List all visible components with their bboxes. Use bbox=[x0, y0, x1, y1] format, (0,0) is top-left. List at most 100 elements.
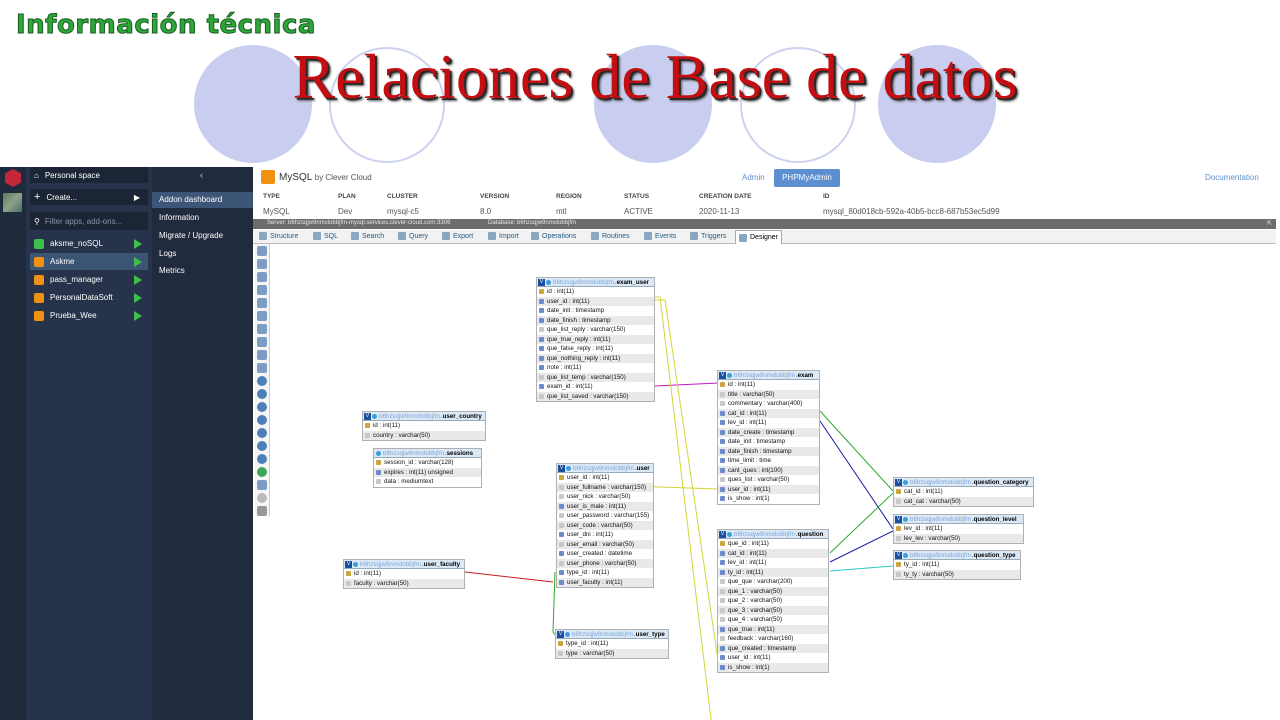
er-column[interactable]: que_list_saved : varchar(150) bbox=[537, 391, 654, 401]
toggle-icon[interactable]: V bbox=[719, 371, 726, 379]
er-column[interactable]: id : int(11) bbox=[718, 380, 819, 390]
er-column[interactable]: ty_ty : varchar(50) bbox=[894, 569, 1020, 579]
play-icon[interactable] bbox=[134, 256, 142, 267]
er-table-question[interactable]: Vb6hzsqjw9nmxlobbjfm. question que_id : i… bbox=[717, 529, 829, 673]
er-column[interactable]: cat_id : int(11) bbox=[894, 487, 1033, 497]
tab-sql[interactable]: SQL bbox=[313, 232, 338, 240]
create-button[interactable]: + Create... ▶ bbox=[30, 189, 148, 205]
er-column[interactable]: user_email : varchar(50) bbox=[557, 539, 653, 549]
er-column[interactable]: time_limit : time bbox=[718, 456, 819, 466]
er-column[interactable]: user_created : datetime bbox=[557, 549, 653, 559]
help-icon[interactable] bbox=[257, 389, 267, 399]
tab-export[interactable]: Export bbox=[442, 232, 473, 240]
er-column[interactable]: lev_lev : varchar(50) bbox=[894, 533, 1023, 543]
tab-events[interactable]: Events bbox=[644, 232, 676, 240]
er-table-header[interactable]: Vb6hzsqjw9nmxlobbjfm. question_category bbox=[894, 478, 1033, 487]
open-page-icon[interactable] bbox=[257, 298, 267, 308]
menu-item-metrics[interactable]: Metrics bbox=[152, 263, 253, 279]
er-column[interactable]: user_id : int(11) bbox=[718, 653, 828, 663]
er-column[interactable]: session_id : varchar(128) bbox=[374, 458, 481, 468]
personal-space-button[interactable]: ⌂ Personal space bbox=[30, 167, 148, 183]
tab-structure[interactable]: Structure bbox=[259, 232, 298, 240]
app-item-pass-manager[interactable]: pass_manager bbox=[30, 271, 148, 288]
er-column[interactable]: que_true_reply : int(11) bbox=[537, 334, 654, 344]
anchor-icon[interactable] bbox=[257, 506, 267, 516]
er-column[interactable]: date_init : timestamp bbox=[718, 437, 819, 447]
admin-link[interactable]: Admin bbox=[742, 173, 765, 182]
er-column[interactable]: type : varchar(50) bbox=[556, 648, 668, 658]
er-column[interactable]: user_phone : varchar(50) bbox=[557, 558, 653, 568]
play-icon[interactable] bbox=[134, 292, 142, 303]
er-column[interactable]: country : varchar(50) bbox=[363, 430, 485, 440]
small-big-icon[interactable] bbox=[257, 428, 267, 438]
save-icon[interactable] bbox=[257, 311, 267, 321]
er-column[interactable]: is_show : int(1) bbox=[718, 494, 819, 504]
er-table-header[interactable]: b6hzsqjw9nmxlobbjfm. sessions bbox=[374, 449, 481, 458]
er-column[interactable]: user_faculty : int(11) bbox=[557, 577, 653, 587]
toggle-icon[interactable]: V bbox=[895, 478, 902, 486]
tab-query[interactable]: Query bbox=[398, 232, 428, 240]
er-table-question-level[interactable]: Vb6hzsqjw9nmxlobbjfm. question_level lev_… bbox=[893, 514, 1024, 544]
er-table-header[interactable]: Vb6hzsqjw9nmxlobbjfm. exam_user bbox=[537, 278, 654, 287]
expand-icon[interactable]: ⇱ bbox=[1267, 220, 1272, 227]
er-column[interactable]: id : int(11) bbox=[537, 287, 654, 297]
show-panel-icon[interactable] bbox=[257, 246, 267, 256]
tab-designer[interactable]: Designer bbox=[735, 230, 783, 244]
er-column[interactable]: user_id : int(11) bbox=[537, 296, 654, 306]
toggle-icon[interactable]: V bbox=[538, 278, 545, 286]
create-relation-icon[interactable] bbox=[257, 363, 267, 373]
app-item-askme[interactable]: Askme bbox=[30, 253, 148, 270]
er-column[interactable]: user_id : int(11) bbox=[718, 484, 819, 494]
app-item-personaldatasoft[interactable]: PersonalDataSoft bbox=[30, 289, 148, 306]
er-column[interactable]: user_code : varchar(50) bbox=[557, 520, 653, 530]
tab-import[interactable]: Import bbox=[488, 232, 519, 240]
er-column[interactable]: note : int(11) bbox=[537, 363, 654, 373]
er-column[interactable]: id : int(11) bbox=[344, 569, 464, 579]
er-column[interactable]: user_nick : varchar(50) bbox=[557, 492, 653, 502]
toggle-icon[interactable]: V bbox=[557, 630, 564, 638]
er-column[interactable]: type_id : int(11) bbox=[557, 568, 653, 578]
er-column[interactable]: cat_id : int(11) bbox=[718, 408, 819, 418]
er-column[interactable]: date_finish : timestamp bbox=[537, 315, 654, 325]
play-icon[interactable] bbox=[134, 238, 142, 249]
er-column[interactable]: feedback : varchar(160) bbox=[718, 634, 828, 644]
er-table-header[interactable]: Vb6hzsqjw9nmxlobbjfm. exam bbox=[718, 371, 819, 380]
er-column[interactable]: que_list_temp : varchar(150) bbox=[537, 372, 654, 382]
toggle-icon[interactable]: V bbox=[558, 464, 565, 472]
menu-item-logs[interactable]: Logs bbox=[152, 246, 253, 262]
toggle-icon[interactable]: V bbox=[719, 530, 726, 538]
er-column[interactable]: lev_id : int(11) bbox=[718, 558, 828, 568]
menu-item-addon-dashboard[interactable]: Addon dashboard bbox=[152, 192, 253, 208]
app-item-prueba-wee[interactable]: Prueba_Wee bbox=[30, 307, 148, 324]
reload-icon[interactable] bbox=[257, 376, 267, 386]
app-item-aksme-nosql[interactable]: aksme_noSQL bbox=[30, 235, 148, 252]
er-column[interactable]: que_created : timestamp bbox=[718, 643, 828, 653]
er-column[interactable]: que_id : int(11) bbox=[718, 539, 828, 549]
save-as-icon[interactable] bbox=[257, 324, 267, 334]
er-column[interactable]: que_nothing_reply : int(11) bbox=[537, 353, 654, 363]
tab-triggers[interactable]: Triggers bbox=[690, 232, 726, 240]
er-table-header[interactable]: Vb6hzsqjw9nmxlobbjfm. user_country bbox=[363, 412, 485, 421]
avatar[interactable] bbox=[3, 193, 22, 212]
toggle-icon[interactable]: V bbox=[364, 412, 371, 420]
er-column[interactable]: user_fullname : varchar(150) bbox=[557, 482, 653, 492]
relation-lines-icon[interactable] bbox=[257, 454, 267, 464]
er-column[interactable]: lev_id : int(11) bbox=[718, 418, 819, 428]
er-table-header[interactable]: Vb6hzsqjw9nmxlobbjfm. user_faculty bbox=[344, 560, 464, 569]
er-table-exam-user[interactable]: Vb6hzsqjw9nmxlobbjfm. exam_user id : int(… bbox=[536, 277, 655, 402]
add-tables-icon[interactable] bbox=[257, 272, 267, 282]
documentation-link[interactable]: Documentation bbox=[1205, 173, 1259, 182]
tab-routines[interactable]: Routines bbox=[591, 232, 630, 240]
build-query-icon[interactable] bbox=[257, 480, 267, 490]
play-icon[interactable] bbox=[134, 310, 142, 321]
er-column[interactable]: exam_id : int(11) bbox=[537, 382, 654, 392]
er-table-user-faculty[interactable]: Vb6hzsqjw9nmxlobbjfm. user_faculty id : i… bbox=[343, 559, 465, 589]
er-column[interactable]: commentary : varchar(400) bbox=[718, 399, 819, 409]
er-column[interactable]: cat_cat : varchar(50) bbox=[894, 496, 1033, 506]
toggle-icon[interactable]: V bbox=[895, 551, 902, 559]
er-column[interactable]: is_show : int(1) bbox=[718, 662, 828, 672]
fullscreen-icon[interactable] bbox=[257, 259, 267, 269]
toggle-icon[interactable]: V bbox=[895, 515, 902, 523]
snap-grid-icon[interactable] bbox=[257, 415, 267, 425]
er-table-exam[interactable]: Vb6hzsqjw9nmxlobbjfm. exam id : int(11) t… bbox=[717, 370, 820, 505]
